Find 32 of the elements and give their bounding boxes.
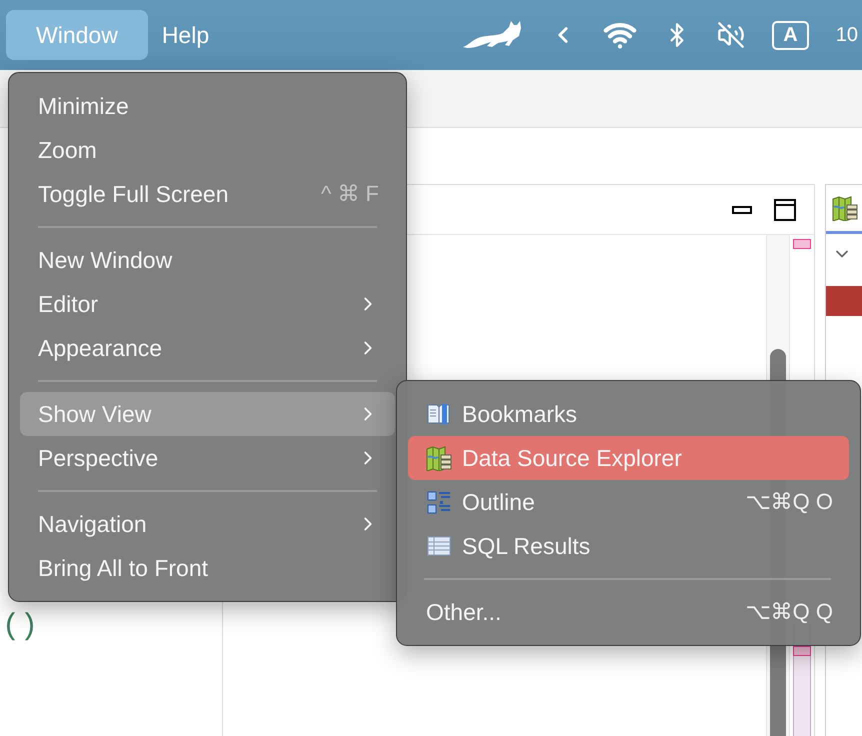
menu-bar-item[interactable]: Help xyxy=(152,10,220,60)
error-bar xyxy=(826,286,862,316)
menu-item[interactable]: Zoom xyxy=(20,128,395,172)
menu-item[interactable]: Other... ⌥⌘Q Q xyxy=(408,590,849,634)
menu-item[interactable]: Navigation xyxy=(20,502,395,546)
outline-icon xyxy=(426,489,452,515)
mute-icon[interactable] xyxy=(717,21,746,49)
code-text: () xyxy=(2,610,40,644)
menu-item[interactable]: Show View xyxy=(20,392,395,436)
menu-item[interactable]: Bookmarks xyxy=(408,392,849,436)
map-icon xyxy=(426,445,452,471)
annotation-marker[interactable] xyxy=(793,239,811,249)
map-icon xyxy=(832,195,858,221)
menu-item[interactable]: New Window xyxy=(20,238,395,282)
menu-bar-item[interactable]: Window xyxy=(6,10,148,60)
menu-item[interactable]: Bring All to Front xyxy=(20,546,395,590)
maximize-icon[interactable] xyxy=(774,198,796,220)
shortcut: ⌥⌘Q Q xyxy=(746,599,833,625)
menu-item[interactable]: Perspective xyxy=(20,436,395,480)
menu-item[interactable]: Outline ⌥⌘Q O xyxy=(408,480,849,524)
cat-icon xyxy=(461,19,524,51)
minimize-icon[interactable] xyxy=(732,206,752,214)
menu-item[interactable]: Data Source Explorer xyxy=(408,436,849,480)
menu-item[interactable]: Toggle Full Screen ^ ⌘ F xyxy=(20,172,395,216)
shortcut: ⌥⌘Q O xyxy=(746,489,833,515)
clock[interactable]: 10 xyxy=(836,24,858,46)
input-source[interactable]: A xyxy=(772,20,809,50)
menu-item[interactable]: Appearance xyxy=(20,326,395,370)
shortcut: ^ ⌘ F xyxy=(321,181,379,207)
menu-item[interactable]: SQL Results xyxy=(408,524,849,568)
menu-item[interactable]: Editor xyxy=(20,282,395,326)
book-icon xyxy=(426,401,452,427)
